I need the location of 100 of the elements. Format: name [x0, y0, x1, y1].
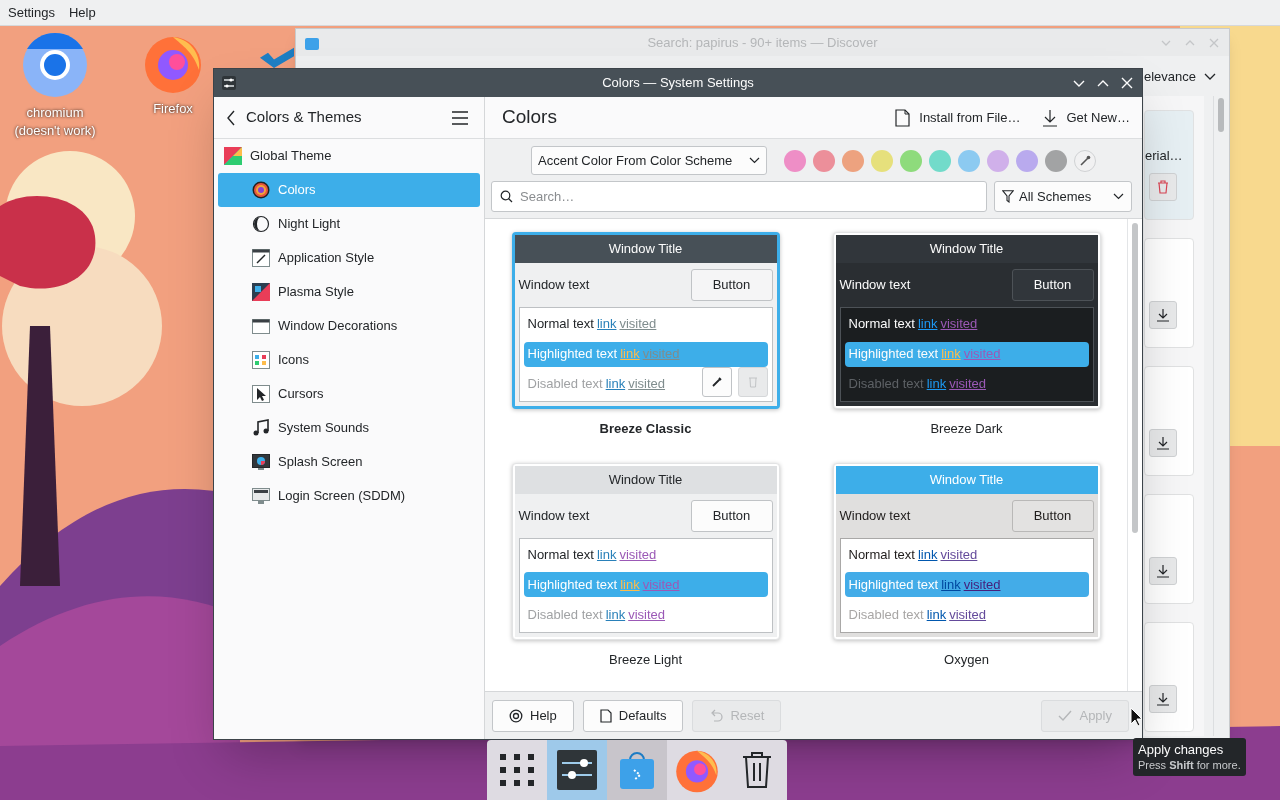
scheme-name: Breeze Classic [599, 420, 692, 438]
color-swatch[interactable] [813, 149, 835, 172]
window-brush-icon [252, 249, 270, 267]
normal-text: Normal text [527, 545, 594, 564]
visited-link-text: visited [949, 375, 987, 394]
link-text: link [926, 605, 947, 624]
sliders-icon[interactable] [222, 76, 236, 90]
shopping-bag-icon [618, 750, 656, 790]
color-swatch[interactable] [871, 149, 893, 172]
sidebar-item[interactable]: Application Style [218, 241, 480, 275]
download-icon [1042, 108, 1059, 127]
sidebar-item[interactable]: Plasma Style [218, 275, 480, 309]
disabled-text: Disabled text [848, 375, 924, 394]
checkmark-icon [1058, 709, 1073, 722]
visited-link-text: visited [963, 345, 1001, 364]
preview-title-bar: Window Title [514, 465, 777, 494]
install-button[interactable] [1149, 557, 1177, 585]
visited-link-text: visited [619, 315, 657, 334]
defaults-button[interactable]: Defaults [582, 699, 684, 732]
sidebar-item[interactable]: System Sounds [218, 411, 480, 445]
install-button[interactable] [1149, 301, 1177, 329]
scheme-name: Breeze Light [609, 650, 682, 669]
delete-button[interactable] [737, 367, 768, 397]
color-swatch[interactable] [784, 149, 806, 172]
normal-text: Normal text [527, 315, 594, 334]
eyedropper-icon [1079, 155, 1091, 166]
sidebar-item[interactable]: Icons [218, 343, 480, 377]
toolbar-button[interactable]: Get New… [1042, 107, 1130, 128]
chevron-down-icon [749, 157, 760, 164]
scheme-name: Oxygen [944, 650, 989, 669]
edit-button[interactable] [701, 367, 732, 397]
menu-item[interactable]: Help [69, 2, 96, 23]
install-button[interactable] [1149, 429, 1177, 457]
sliders-icon [557, 750, 597, 790]
search-icon [500, 190, 513, 203]
filter-dropdown[interactable]: All Schemes [994, 181, 1132, 212]
search-field[interactable]: Search… [491, 181, 987, 212]
scrollbar[interactable] [1213, 96, 1227, 736]
help-button[interactable]: Help [492, 699, 574, 732]
color-scheme-preview[interactable]: Window Title Window text Button Normal text link visited Highlighted text link visited Disabled text link visited [511, 232, 780, 409]
color-scheme-preview[interactable]: Window Title Window text Button Normal text link visited Highlighted text link visited Disabled text link visited [832, 232, 1101, 409]
color-swatch[interactable] [929, 149, 951, 172]
color-scheme-preview[interactable]: Window Title Window text Button Normal text link visited Highlighted text link visited Disabled text link visited [511, 462, 780, 640]
link-text: link [941, 575, 961, 594]
app-title: erial… [1145, 146, 1183, 165]
browser-icon[interactable] [22, 32, 88, 98]
back-icon[interactable] [226, 109, 236, 126]
page-title: Colors [502, 105, 557, 130]
app-grid-icon [498, 751, 536, 789]
highlighted-text: Highlighted text [848, 575, 939, 594]
close-icon[interactable] [1120, 76, 1134, 90]
sidebar-item[interactable]: Global Theme [218, 139, 480, 173]
sidebar-item[interactable]: Cursors [218, 377, 480, 411]
preview-button: Button [690, 499, 773, 532]
mouse-pointer-icon [1130, 707, 1143, 727]
accent-dropdown[interactable]: Accent Color From Color Scheme [531, 146, 767, 175]
filter-icon [1002, 190, 1014, 203]
download-icon [1156, 308, 1170, 322]
tooltip-hint: Press Shift for more. [1138, 758, 1241, 773]
sidebar-title: Colors & Themes [246, 107, 362, 128]
visited-link-text: visited [628, 375, 666, 394]
tooltip-title: Apply changes [1138, 741, 1225, 758]
window-title: Colors — System Settings [601, 74, 755, 93]
sidebar-item[interactable]: Splash Screen [218, 445, 480, 479]
download-icon [1156, 692, 1170, 706]
night-light-icon [252, 215, 270, 233]
taskbar-item[interactable] [547, 740, 607, 800]
menu-icon[interactable] [452, 110, 468, 125]
cursor-icon [252, 385, 270, 403]
theme-icon [224, 147, 242, 165]
preview-button: Button [690, 269, 773, 301]
visited-link-text: visited [642, 345, 680, 364]
color-swatch[interactable] [987, 149, 1009, 172]
menu-item[interactable]: Settings [8, 2, 55, 23]
link-text: link [596, 545, 617, 564]
color-swatch[interactable] [1016, 149, 1038, 172]
sidebar-item[interactable]: Night Light [218, 207, 480, 241]
icons-grid-icon [252, 351, 270, 369]
download-icon [1156, 564, 1170, 578]
preview-title-bar: Window Title [835, 465, 1098, 494]
sidebar-item[interactable]: Window Decorations [218, 309, 480, 343]
color-swatch[interactable] [842, 149, 864, 172]
preview-window-text: Window text [839, 506, 911, 525]
app-card[interactable]: erial… [1144, 110, 1194, 220]
color-swatch[interactable] [900, 149, 922, 172]
disabled-text: Disabled text [848, 605, 924, 624]
toolbar-button[interactable]: Install from File… [895, 107, 1021, 128]
remove-button[interactable] [1149, 173, 1177, 201]
color-swatch[interactable] [1045, 149, 1067, 172]
custom-color-button[interactable] [1074, 149, 1096, 172]
color-swatch[interactable] [958, 149, 980, 172]
link-text: link [605, 605, 626, 624]
color-scheme-preview[interactable]: Window Title Window text Button Normal text link visited Highlighted text link visited Disabled text link visited [832, 462, 1101, 640]
visited-link-text: visited [642, 575, 680, 594]
sort-dropdown[interactable]: elevance [1144, 67, 1217, 87]
color-wheel-icon [252, 181, 270, 199]
install-button[interactable] [1149, 685, 1177, 713]
sidebar-item[interactable]: Login Screen (SDDM) [218, 479, 480, 513]
visited-link-text: visited [940, 315, 978, 334]
disabled-text: Disabled text [527, 605, 603, 624]
